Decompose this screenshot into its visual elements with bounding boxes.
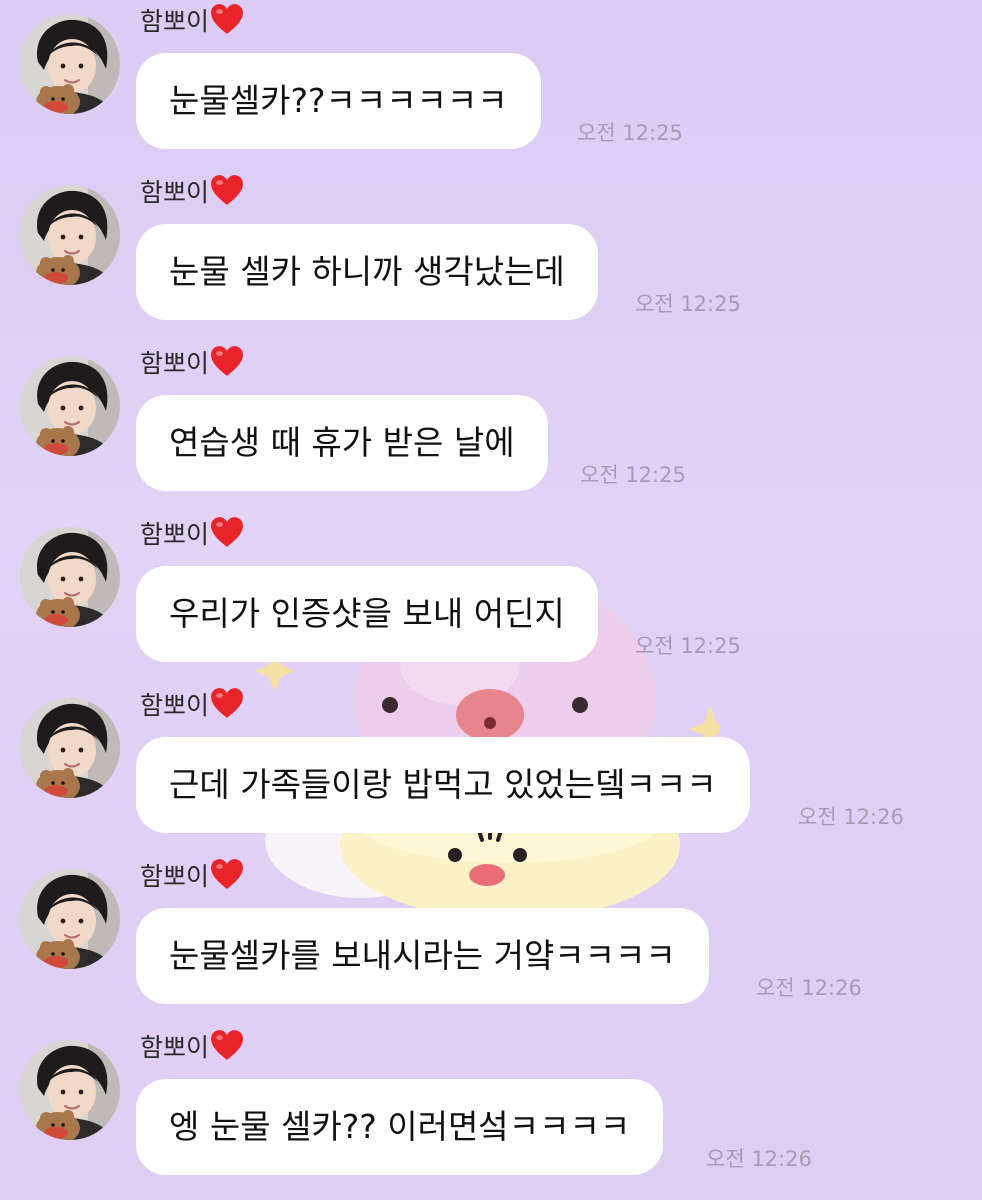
chat-message: 함뽀이 근데 가족들이랑 밥먹고 있었는뎈ㅋㅋㅋ 오전 12:26	[0, 684, 982, 855]
message-bubble[interactable]: 눈물 셀카 하니까 생각났는데	[136, 224, 598, 320]
timestamp: 오전 12:25	[580, 463, 686, 487]
sender-name: 함뽀이	[140, 1028, 244, 1068]
timestamp: 오전 12:26	[798, 805, 904, 829]
sender-name: 함뽀이	[140, 2, 244, 42]
message-bubble[interactable]: 우리가 인증샷을 보내 어딘지	[136, 566, 598, 662]
chat-message: 함뽀이 눈물셀카??ㅋㅋㅋㅋㅋㅋ 오전 12:25	[0, 0, 982, 171]
red-heart-icon	[210, 858, 244, 890]
message-bubble[interactable]: 눈물셀카를 보내시라는 거얔ㅋㅋㅋㅋ	[136, 908, 709, 1004]
chat-message: 함뽀이 우리가 인증샷을 보내 어딘지 오전 12:25	[0, 513, 982, 684]
avatar[interactable]	[20, 356, 120, 456]
red-heart-icon	[210, 1029, 244, 1061]
avatar[interactable]	[20, 527, 120, 627]
red-heart-icon	[210, 345, 244, 377]
chat-message: 함뽀이 눈물셀카를 보내시라는 거얔ㅋㅋㅋㅋ 오전 12:26	[0, 855, 982, 1026]
sender-name: 함뽀이	[140, 344, 244, 384]
sender-name: 함뽀이	[140, 686, 244, 726]
message-bubble[interactable]: 근데 가족들이랑 밥먹고 있었는뎈ㅋㅋㅋ	[136, 737, 750, 833]
sender-name: 함뽀이	[140, 857, 244, 897]
message-bubble[interactable]: 엥 눈물 셀카?? 이러면섴ㅋㅋㅋㅋ	[136, 1079, 664, 1175]
avatar[interactable]	[20, 1040, 120, 1140]
sender-name: 함뽀이	[140, 173, 244, 213]
timestamp: 오전 12:25	[635, 292, 741, 316]
red-heart-icon	[210, 174, 244, 206]
sender-name: 함뽀이	[140, 515, 244, 555]
timestamp: 오전 12:25	[635, 634, 741, 658]
avatar[interactable]	[20, 14, 120, 114]
red-heart-icon	[210, 687, 244, 719]
chat-message: 함뽀이 연습생 때 휴가 받은 날에 오전 12:25	[0, 342, 982, 513]
chat-message: 함뽀이 눈물 셀카 하니까 생각났는데 오전 12:25	[0, 171, 982, 342]
timestamp: 오전 12:25	[577, 121, 683, 145]
timestamp: 오전 12:26	[756, 976, 862, 1000]
message-bubble[interactable]: 눈물셀카??ㅋㅋㅋㅋㅋㅋ	[136, 53, 541, 149]
avatar[interactable]	[20, 698, 120, 798]
message-bubble[interactable]: 연습생 때 휴가 받은 날에	[136, 395, 548, 491]
avatar[interactable]	[20, 869, 120, 969]
timestamp: 오전 12:26	[706, 1147, 812, 1171]
red-heart-icon	[210, 3, 244, 35]
chat-message: 함뽀이 엥 눈물 셀카?? 이러면섴ㅋㅋㅋㅋ 오전 12:26	[0, 1026, 982, 1197]
avatar[interactable]	[20, 185, 120, 285]
red-heart-icon	[210, 516, 244, 548]
